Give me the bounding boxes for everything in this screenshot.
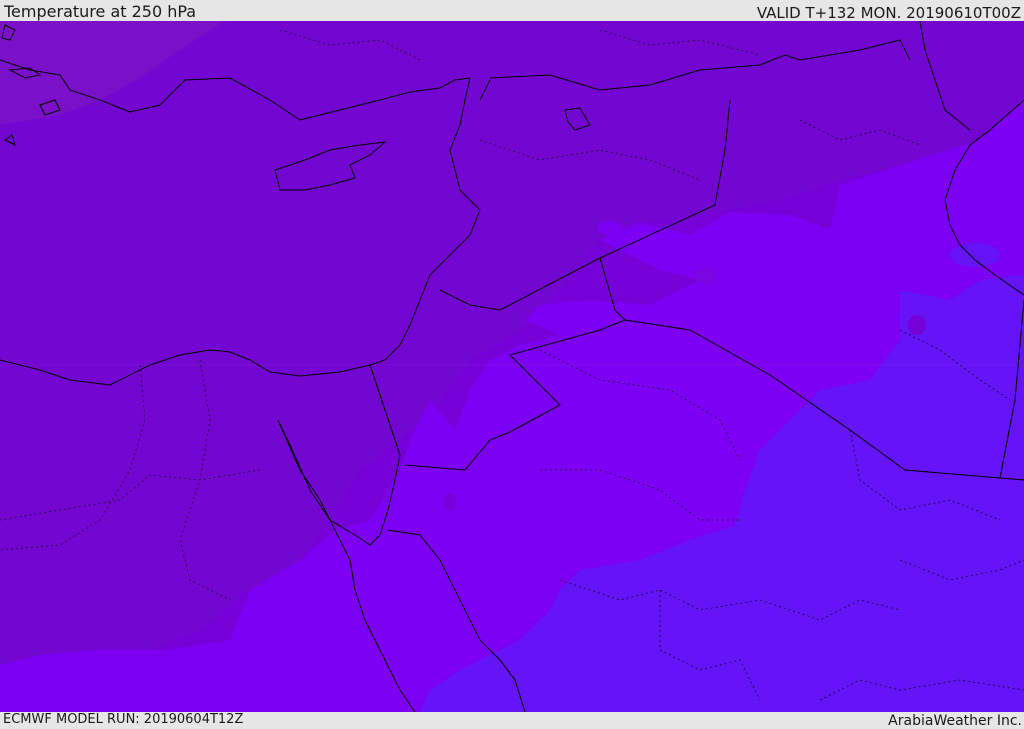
- warm-blob: [950, 243, 1000, 267]
- temperature-map[interactable]: [0, 21, 1024, 712]
- footer-bar: ECMWF MODEL RUN: 20190604T12Z ArabiaWeat…: [0, 712, 1024, 729]
- warm-blob: [693, 268, 717, 284]
- model-run-label: ECMWF MODEL RUN: 20190604T12Z: [3, 712, 244, 727]
- warm-blob: [598, 221, 622, 235]
- credit-label: ArabiaWeather Inc.: [888, 713, 1022, 729]
- warm-blob: [444, 493, 456, 511]
- map-panel[interactable]: [0, 21, 1024, 712]
- warm-blob: [908, 315, 926, 335]
- map-title: Temperature at 250 hPa: [4, 2, 197, 21]
- valid-time-label: VALID T+132 MON. 20190610T00Z: [756, 4, 1021, 22]
- header-bar: Temperature at 250 hPa VALID T+132 MON. …: [0, 0, 1024, 22]
